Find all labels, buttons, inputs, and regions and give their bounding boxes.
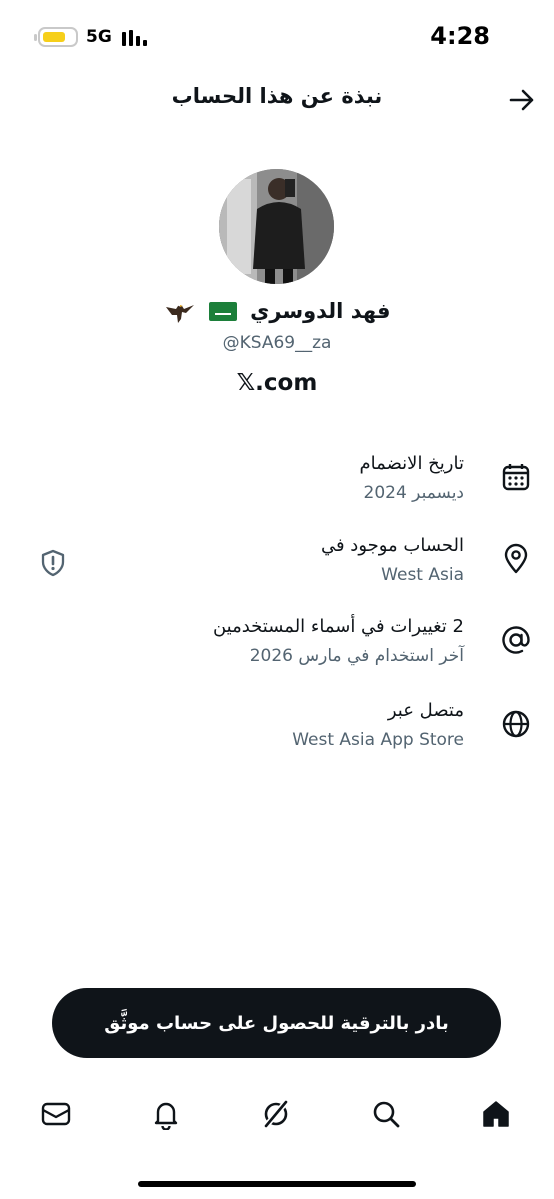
status-time: 4:28	[430, 22, 490, 50]
bottom-nav	[0, 1085, 554, 1145]
detail-row-username-changes: 2 تغييرات في أسماء المستخدمين آخر استخدا…	[0, 616, 554, 688]
signal-icon	[122, 28, 152, 46]
username-handle: @KSA69__za	[222, 333, 332, 353]
location-pin-icon	[504, 543, 528, 574]
detail-row-location: الحساب موجود في West Asia	[0, 535, 554, 607]
upgrade-verified-button[interactable]: بادر بالترقية للحصول على حساب موثَّق	[52, 988, 501, 1058]
detail-row-connected-via: متصل عبر West Asia App Store	[0, 700, 554, 772]
battery-icon	[34, 27, 78, 47]
detail-label: 2 تغييرات في أسماء المستخدمين	[212, 616, 464, 637]
detail-label: الحساب موجود في	[320, 535, 464, 556]
detail-value: West Asia App Store	[292, 730, 464, 750]
display-name: فهد الدوسري	[250, 299, 391, 323]
notifications-icon[interactable]	[150, 1098, 182, 1130]
home-icon[interactable]	[480, 1098, 512, 1130]
at-sign-icon	[502, 626, 530, 654]
display-name-row: فهد الدوسري	[0, 297, 554, 325]
messages-icon[interactable]	[40, 1098, 72, 1130]
calendar-icon	[502, 464, 530, 491]
eagle-icon	[165, 301, 194, 323]
detail-label: متصل عبر	[387, 700, 464, 721]
detail-value: ديسمبر 2024	[363, 483, 464, 503]
back-arrow-icon[interactable]	[506, 84, 538, 116]
saudi-flag-icon	[208, 301, 237, 321]
detail-row-joined: تاريخ الانضمام ديسمبر 2024	[0, 453, 554, 525]
grok-icon[interactable]	[260, 1098, 292, 1130]
detail-label: تاريخ الانضمام	[359, 453, 464, 474]
status-bar: 5G 4:28	[0, 0, 554, 72]
home-indicator	[138, 1181, 416, 1187]
header: نبذة عن هذا الحساب	[0, 78, 554, 122]
search-icon[interactable]	[370, 1098, 402, 1130]
globe-icon	[502, 710, 530, 738]
avatar[interactable]	[219, 169, 334, 284]
page-title: نبذة عن هذا الحساب	[171, 84, 383, 108]
detail-value: آخر استخدام في مارس 2026	[249, 646, 464, 666]
avatar-photo	[219, 169, 334, 284]
shield-icon[interactable]	[38, 548, 68, 578]
detail-value: West Asia	[381, 565, 464, 585]
network-type: 5G	[86, 27, 112, 47]
website-link[interactable]: 𝕏.com	[0, 370, 554, 396]
